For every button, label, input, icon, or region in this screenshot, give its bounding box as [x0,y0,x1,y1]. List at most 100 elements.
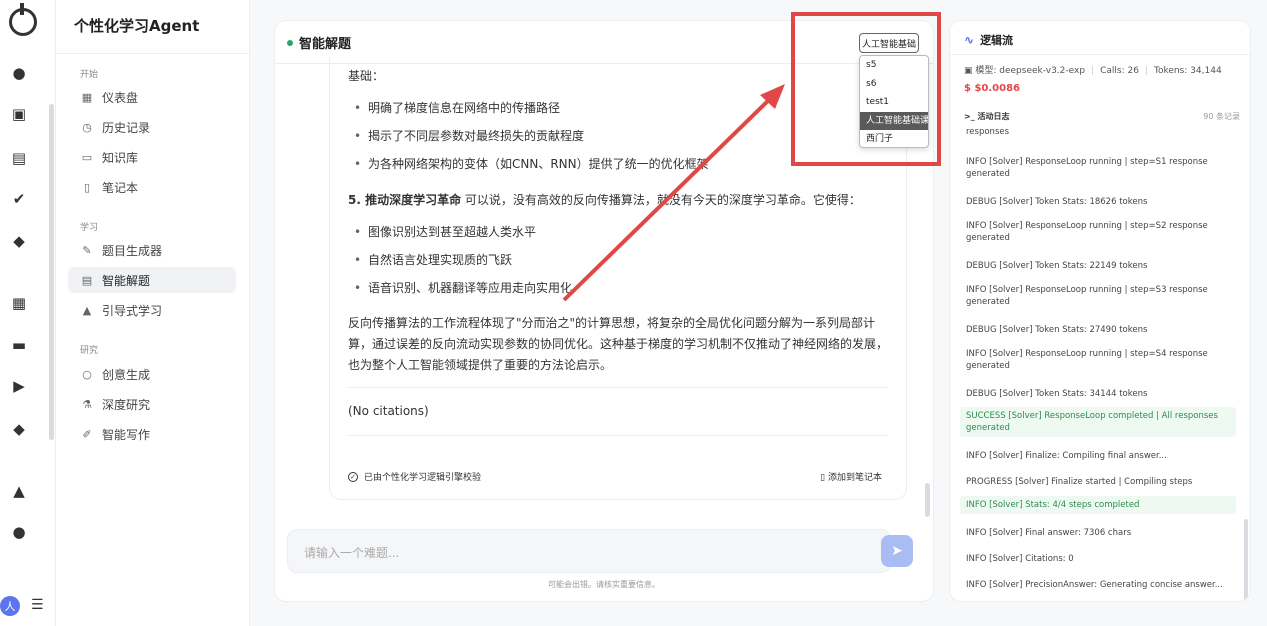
apps-icon[interactable]: ● [10,64,28,82]
notebook-icon: ▯ [83,180,91,194]
verified-badge: ✓ 已由个性化学习逻辑引擎校验 [348,470,481,483]
disclaimer-text: 可能会出错。请核实重要信息。 [548,580,660,589]
sidebar-item-label: 创意生成 [102,367,151,382]
point-text: 可以说，没有高效的反向传播算法，就没有今天的深度学习革命。它使得： [464,193,861,207]
calls-count: Calls: 26 [1100,66,1139,76]
sidebar-item-label: 题目生成器 [102,243,163,258]
sidebar-item-idea-generation[interactable]: ○ 创意生成 [68,361,236,387]
cost-value: $ $0.0086 [964,83,1020,94]
tokens-count: Tokens: 34,144 [1154,66,1222,76]
ppt-icon[interactable]: ▤ [10,149,28,167]
logic-flow-panel: ∿ 逻辑流 ▣ 模型: deepseek-v3.2-exp | Calls: 26 | T… [949,20,1251,602]
sidebar-item-label: 仪表盘 [102,90,139,105]
sidebar-item-label: 深度研究 [102,397,151,412]
question-input[interactable]: 请输入一个难题... [287,529,891,573]
log-title: >_ 活动日志 [964,111,1010,122]
sidebar-item-dashboard[interactable]: ▦ 仪表盘 [68,84,236,110]
log-entry: INFO [Solver] ResponseLoop running | ste… [966,221,1208,243]
sidebar-item-deep-research[interactable]: ⚗ 深度研究 [68,391,236,417]
play-icon[interactable]: ▶ [10,377,28,395]
sidebar-item-smart-solve[interactable]: ▤ 智能解题 [68,267,236,293]
rail-scrollbar[interactable] [49,104,54,440]
send-button[interactable]: ➤ [881,535,913,567]
list-item: 为各种网络架构的变体（如CNN、RNN）提供了统一的优化框架 [354,155,709,174]
summary-paragraph: 反向传播算法的工作流程体现了"分而治之"的计算思想，将复杂的全局优化问题分解为一… [348,316,889,372]
status-dot [287,39,293,46]
divider [348,387,888,388]
activity-icon: ∿ [964,33,975,47]
log-entry: INFO [Solver] Finalize: Compiling final … [966,451,1167,461]
film-icon[interactable]: ▬ [10,336,28,354]
divider [950,54,1250,55]
history-icon: ◷ [82,120,92,134]
send-icon: ➤ [891,543,903,559]
log-header: >_ 活动日志 90 条记录 [964,111,1240,122]
check-circle-icon: ✓ [348,471,358,482]
cube-icon[interactable]: ◆ [10,232,28,250]
sidebar-item-knowledge[interactable]: ▭ 知识库 [68,144,236,170]
graduation-cap-icon[interactable]: ▲ [10,482,28,500]
icon-rail: ● ▣ ▤ ✔ ◆ ▦ ▬ ▶ ◆ ▲ ● 人 ☰ [0,0,56,626]
sidebar-item-label: 笔记本 [102,180,139,195]
list-item: 揭示了不同层参数对最终损失的贡献程度 [354,127,584,146]
annotation-highlight-box [791,12,941,166]
logo-icon[interactable] [9,3,37,36]
book-icon: ▭ [81,150,93,164]
terminal-icon: >_ [964,112,978,121]
divider [56,53,250,54]
verified-label: 已由个性化学习逻辑引擎校验 [364,473,482,483]
sidebar-item-label: 智能解题 [102,273,151,288]
sidebar-item-question-generator[interactable]: ✎ 题目生成器 [68,237,236,263]
user-icon[interactable]: ● [10,523,28,541]
point-title: 5. 推动深度学习革命 [348,193,462,207]
log-entry: INFO [Solver] Final answer: 7306 chars [966,528,1132,538]
log-entry: DEBUG [Solver] Token Stats: 27490 tokens [966,325,1148,335]
log-entry-success: INFO [Solver] Stats: 4/4 steps completed [960,496,1236,514]
log-entry: DEBUG [Solver] Token Stats: 34144 tokens [966,389,1148,399]
panel-scrollbar[interactable] [1244,519,1248,601]
avatar[interactable]: 人 [0,596,20,616]
sidebar-item-label: 智能写作 [102,427,151,442]
sidebar-item-notebook[interactable]: ▯ 笔记本 [68,174,236,200]
sidebar-item-smart-writing[interactable]: ✐ 智能写作 [68,421,236,447]
stats-row: ▣ 模型: deepseek-v3.2-exp | Calls: 26 | Tokens… [964,66,1222,76]
flask-icon: ⚗ [82,397,92,411]
main-scrollbar[interactable] [925,483,930,517]
pencil-icon: ✐ [82,427,92,441]
model-label: 模型: deepseek-v3.2-exp [975,66,1086,76]
log-count: 90 条记录 [1203,112,1240,121]
panel-title: 逻辑流 [980,34,1014,47]
list-item: 自然语言处理实现质的飞跃 [354,251,512,270]
nav-sidebar: 个性化学习Agent 开始 ▦ 仪表盘 ◷ 历史记录 ▭ 知识库 ▯ 笔记本 学习 ✎ 题… [56,0,250,626]
sidebar-item-history[interactable]: ◷ 历史记录 [68,114,236,140]
log-entry: PROGRESS [Solver] Finalize started | Com… [966,477,1193,487]
notebook-icon: ▯ [820,473,828,483]
log-entry-success: SUCCESS [Solver] ResponseLoop completed … [960,407,1236,437]
slides-icon[interactable]: ▦ [10,294,28,312]
cost-text: $0.0086 [974,83,1020,94]
check-circle-icon[interactable]: ✔ [10,190,28,208]
document-icon[interactable]: ▣ [10,105,28,123]
sidebar-item-label: 历史记录 [102,120,151,135]
dollar-icon: $ [964,83,975,94]
section-label-start: 开始 [80,70,99,80]
list-item: 语音识别、机器翻译等应用走向实用化 [354,279,572,298]
log-entry: responses [966,127,1010,137]
cpu-icon: ▣ [964,66,976,76]
activity-log: responses INFO [Solver] ResponseLoop run… [960,123,1238,601]
add-to-notebook-button[interactable]: ▯ 添加到笔记本 [820,470,882,483]
graduation-cap-icon: ▲ [82,303,92,317]
log-entry: DEBUG [Solver] Token Stats: 18626 tokens [966,197,1148,207]
divider [348,435,888,436]
dashboard-icon: ▦ [81,90,93,104]
list-item: 明确了梯度信息在网络中的传播路径 [354,99,560,118]
app-title: 个性化学习Agent [74,17,200,35]
sidebar-item-label: 知识库 [102,150,139,165]
sidebar-item-guided-learning[interactable]: ▲ 引导式学习 [68,297,236,323]
box-icon[interactable]: ◆ [10,420,28,438]
collapse-sidebar-icon[interactable]: ☰ [31,597,44,613]
section-label-learn: 学习 [80,223,99,233]
app-root: ● ▣ ▤ ✔ ◆ ▦ ▬ ▶ ◆ ▲ ● 人 ☰ 个性化学习Agent 开始 … [0,0,1267,626]
log-entry: INFO [Solver] Citations: 0 [966,554,1074,564]
pen-icon: ✎ [82,243,92,257]
